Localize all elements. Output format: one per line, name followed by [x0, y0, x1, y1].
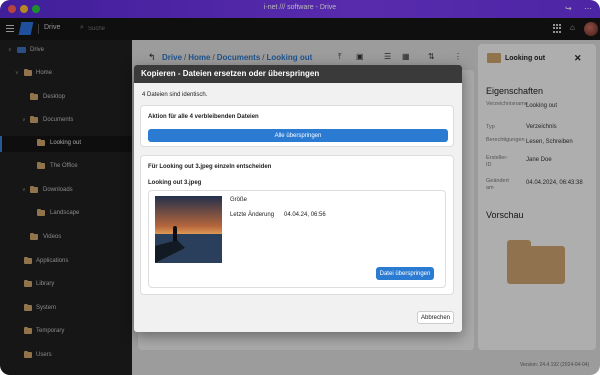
single-file-heading: Für Looking out 3.jpeg einzeln entscheid… — [148, 164, 272, 170]
dialog-title: Kopieren - Dateien ersetzen oder überspr… — [141, 69, 320, 78]
bulk-action-card: Aktion für alle 4 verbleibenden Dateien … — [140, 105, 454, 147]
image-thumbnail — [155, 196, 222, 263]
last-changed-label: Letzte Änderung — [230, 212, 275, 218]
copy-conflict-dialog: Kopieren - Dateien ersetzen oder überspr… — [134, 65, 462, 332]
skip-file-button[interactable]: Datei überspringen — [376, 267, 434, 280]
file-name: Looking out 3.jpeg — [148, 180, 202, 186]
skip-all-button[interactable]: Alle überspringen — [148, 129, 448, 142]
dialog-header: Kopieren - Dateien ersetzen oder überspr… — [134, 65, 462, 83]
cancel-button[interactable]: Abbrechen — [417, 311, 454, 324]
single-file-card: Für Looking out 3.jpeg einzeln entscheid… — [140, 155, 454, 295]
app-window: i-net /// software - Drive ↪ ⋯ Drive ⌕ ⌂… — [0, 0, 600, 375]
size-label: Größe — [230, 197, 248, 203]
identical-files-info: 4 Dateien sind identisch. — [142, 92, 208, 98]
file-info-box: Größe Letzte Änderung 04.04.24, 06:56 Da… — [148, 190, 446, 288]
last-changed-value: 04.04.24, 06:56 — [284, 212, 326, 218]
bulk-action-heading: Aktion für alle 4 verbleibenden Dateien — [148, 114, 259, 120]
